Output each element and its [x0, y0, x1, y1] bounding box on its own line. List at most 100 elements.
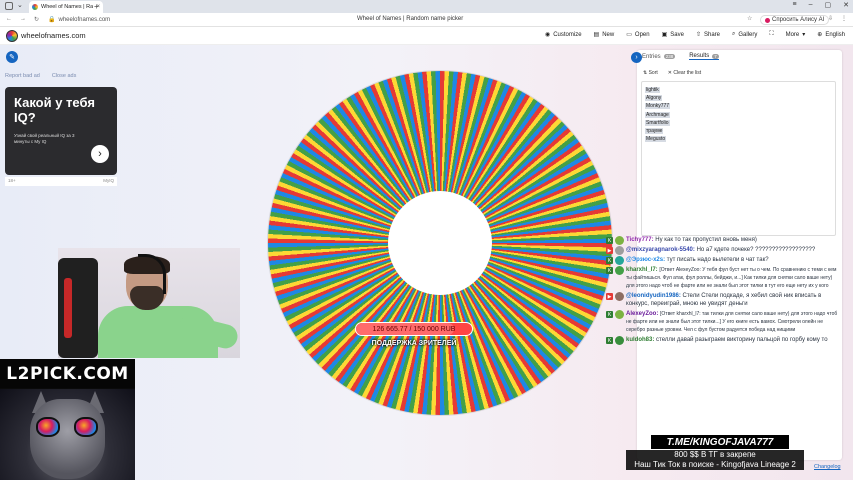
- save-button[interactable]: ▣ Save: [661, 31, 684, 39]
- progress-text: 126 665.77 / 150 000 RUB: [372, 325, 456, 333]
- cat-with-glasses-image: [0, 389, 135, 480]
- donation-progress-bar: 126 665.77 / 150 000 RUB: [355, 322, 473, 336]
- kick-icon: K: [606, 237, 613, 244]
- customize-label: Customize: [553, 31, 582, 38]
- new-button[interactable]: ▤ New: [593, 31, 615, 39]
- name-wheel[interactable]: [268, 71, 612, 415]
- ad-arrow-icon[interactable]: ›: [91, 145, 109, 163]
- avatar: [615, 236, 624, 245]
- back-icon[interactable]: ←: [6, 16, 12, 23]
- webcam-overlay: [58, 248, 240, 358]
- entries-count-badge: 238: [663, 54, 676, 59]
- chat-user: AlexeyZoo:: [626, 311, 659, 317]
- ask-alisa-button[interactable]: Спросить Алису AI: [760, 15, 830, 25]
- browser-tab-title: Wheel of Names | Rand: [41, 4, 94, 10]
- avatar: [615, 336, 624, 345]
- site-name[interactable]: wheelofnames.com: [21, 31, 86, 40]
- tab-overview-icon[interactable]: [5, 2, 13, 10]
- chat-message: K Tichy777: Ну как то так пропустил внов…: [604, 236, 840, 245]
- url-field[interactable]: 🔒 wheelofnames.com: [48, 16, 110, 24]
- gallery-button[interactable]: ⌕ Gallery: [732, 31, 757, 38]
- more-button[interactable]: More ▾: [786, 31, 806, 39]
- ask-alisa-label: Спросить Алису AI: [772, 17, 825, 23]
- forward-icon[interactable]: →: [20, 16, 26, 23]
- kick-icon: K: [606, 257, 613, 264]
- changelog-link[interactable]: Changelog: [814, 464, 841, 470]
- chat-text: Но а7 кдете почеке? ??????????????????: [696, 247, 816, 253]
- clear-list-button[interactable]: ✕ Clear the list: [668, 70, 701, 76]
- kick-icon: K: [606, 267, 613, 274]
- menu-icon[interactable]: ≡: [793, 1, 797, 9]
- kick-icon: K: [606, 337, 613, 344]
- chat-user: @mixzyaragnarok-5540:: [626, 247, 695, 253]
- gallery-label: Gallery: [738, 31, 758, 38]
- close-ads-link[interactable]: Close ads: [52, 73, 76, 79]
- youtube-icon: ▶: [606, 293, 613, 300]
- ad-links: Report bad ad Close ads: [5, 73, 76, 79]
- promo-line-1: 800 $$ В ТГ в закрепе: [626, 450, 804, 460]
- clear-list-label: Clear the list: [673, 70, 702, 76]
- save-label: Save: [670, 31, 684, 38]
- chat-message: K kuldoh83: стелли давай разыграем викто…: [604, 336, 840, 345]
- open-button[interactable]: ▭ Open: [626, 31, 649, 39]
- sort-button[interactable]: ⇅ Sort: [643, 70, 658, 76]
- tab-results-label: Results: [689, 53, 710, 59]
- ad-headline: Какой у тебя IQ?: [14, 95, 95, 125]
- app-header: wheelofnames.com ◉ Customize ▤ New ▭ Open ▣…: [0, 27, 853, 45]
- tab-search-icon[interactable]: ⌄: [17, 1, 23, 9]
- panel-tabs: Entries 238 Results 7: [642, 53, 719, 60]
- browser-tab-bar: ⌄ Wheel of Names | Rand × + ≡ – ▢ ✕: [0, 0, 853, 13]
- maximize-icon[interactable]: ▢: [825, 1, 832, 9]
- list-item: Monky777: [645, 103, 671, 110]
- fullscreen-button[interactable]: ⛶: [769, 31, 773, 38]
- minimize-icon[interactable]: –: [809, 1, 813, 9]
- wheel-favicon-icon: [32, 4, 38, 10]
- share-button[interactable]: ⇧ Share: [695, 31, 720, 39]
- edit-pencil-icon[interactable]: ✎: [6, 51, 18, 63]
- ad-footer: 18+ MyIQ: [5, 177, 117, 186]
- sponsor-brand: L2PICK.COM: [0, 359, 135, 388]
- reload-icon[interactable]: ↻: [34, 16, 39, 23]
- list-item: Megusto: [645, 136, 667, 143]
- gaming-chair: [58, 258, 98, 358]
- chat-user: kharxhl_l7:: [626, 267, 658, 273]
- tab-results[interactable]: Results 7: [689, 53, 719, 60]
- chat-message: K @Эрзюс-х2s: тут писать надо вылетели в…: [604, 256, 840, 265]
- share-icon: ⇧: [695, 32, 701, 38]
- customize-button[interactable]: ◉ Customize: [545, 31, 582, 39]
- ad-subtext: Узнай свой реальный IQ за 3 минуты с My …: [14, 133, 75, 144]
- list-item: трауме: [645, 128, 664, 135]
- chat-user: kuldoh83:: [626, 337, 655, 343]
- avatar: [615, 256, 624, 265]
- list-item: Smartfolio: [645, 119, 670, 126]
- file-icon: ▤: [593, 32, 600, 38]
- ad-banner[interactable]: Какой у тебя IQ? Узнай свой реальный IQ …: [5, 87, 117, 175]
- results-count-badge: 7: [712, 53, 719, 59]
- save-icon: ▣: [661, 32, 668, 38]
- avatar: [615, 266, 624, 275]
- report-ad-link[interactable]: Report bad ad: [5, 73, 40, 79]
- chat-message: ▶ @leonidyudin1986: Стели Стели подкаде,…: [604, 292, 840, 308]
- tab-entries-label: Entries: [642, 53, 661, 60]
- results-list: lightik Algony Monky777 Archmage Smartfo…: [642, 83, 698, 149]
- chat-text: [Ответ kharxhl_l7: так тилки для снятки …: [626, 311, 838, 333]
- kick-icon: K: [606, 311, 613, 318]
- page-title: Wheel of Names | Random name picker: [357, 16, 464, 22]
- download-icon[interactable]: ⇩: [828, 15, 833, 22]
- youtube-icon: ▶: [606, 247, 613, 254]
- extensions-icon[interactable]: ⋮: [841, 15, 847, 22]
- new-tab-icon[interactable]: +: [94, 2, 99, 11]
- telegram-handle: T.ME/KINGOFJAVA777: [651, 435, 789, 449]
- close-window-icon[interactable]: ✕: [843, 1, 849, 9]
- avatar: [615, 310, 624, 319]
- ad-brand-label: MyIQ: [103, 178, 114, 183]
- tab-entries[interactable]: Entries 238: [642, 53, 676, 60]
- collapse-panel-icon[interactable]: ›: [631, 52, 642, 63]
- browser-tab[interactable]: Wheel of Names | Rand ×: [29, 1, 103, 13]
- language-label: English: [825, 31, 845, 38]
- wheel-center[interactable]: [388, 191, 492, 295]
- chat-text: стелли давай разыграем викторину пальцой…: [656, 337, 828, 343]
- site-logo-icon[interactable]: [6, 30, 18, 42]
- language-button[interactable]: ⊕ English: [817, 31, 845, 39]
- bookmark-icon[interactable]: ☆: [747, 15, 752, 22]
